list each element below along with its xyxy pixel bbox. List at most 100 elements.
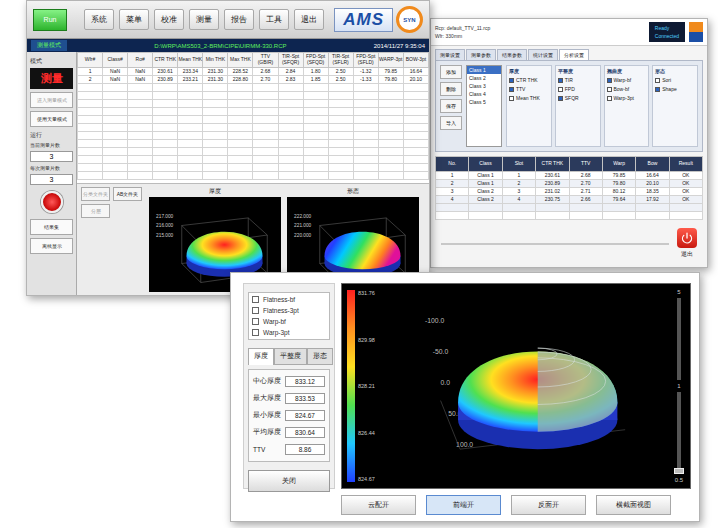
parameter-item[interactable]: FPD: [558, 86, 598, 92]
parameter-item[interactable]: Sori: [655, 77, 695, 83]
check-item[interactable]: Flatness-bf: [252, 296, 326, 303]
zoom-track[interactable]: [677, 392, 681, 474]
parameter-item[interactable]: TIR: [558, 77, 598, 83]
thickness-3d-chart[interactable]: -100.0-50.00.050.0100.0: [388, 284, 668, 488]
column-header[interactable]: Ro#: [128, 53, 153, 68]
column-header[interactable]: No.: [436, 157, 469, 172]
column-header[interactable]: Class#: [103, 53, 128, 68]
checkbox[interactable]: [252, 329, 259, 336]
zoom-track[interactable]: [677, 298, 681, 380]
side-button[interactable]: 导入: [440, 116, 462, 130]
table-row[interactable]: 1NaNNaN230.61233.34231.30228.522.682.841…: [78, 68, 429, 76]
tab[interactable]: 厚度: [248, 348, 274, 365]
checkbox[interactable]: [509, 78, 514, 83]
checkbox[interactable]: [252, 307, 259, 314]
column-header[interactable]: BOW-3pt: [403, 53, 428, 68]
menu-button[interactable]: 系统: [84, 9, 114, 30]
checkbox[interactable]: [607, 87, 612, 92]
checkbox[interactable]: [607, 78, 612, 83]
parameter-item[interactable]: TTV: [509, 86, 549, 92]
field-value[interactable]: 3: [30, 151, 73, 162]
table-row[interactable]: 4Class 24230.752.6679.6417.92OK: [436, 196, 703, 204]
column-header[interactable]: Max THK: [228, 53, 253, 68]
class-item[interactable]: Class 3: [467, 82, 501, 90]
side-button[interactable]: 删除: [440, 82, 462, 96]
stop-button[interactable]: [41, 191, 63, 213]
class-item[interactable]: Class 4: [467, 90, 501, 98]
checkbox[interactable]: [558, 78, 563, 83]
column-header[interactable]: TTV: [569, 157, 602, 172]
parameter-item[interactable]: Shape: [655, 86, 695, 92]
menu-button[interactable]: 菜单: [119, 9, 149, 30]
tab[interactable]: 统计设置: [528, 49, 558, 60]
column-header[interactable]: TIR-Spt (SFQR): [278, 53, 303, 68]
column-header[interactable]: Bow: [636, 157, 669, 172]
checkbox[interactable]: [509, 96, 514, 101]
column-header[interactable]: WARP-3pt: [378, 53, 403, 68]
run-button[interactable]: Run: [33, 9, 67, 31]
column-header[interactable]: FPD-Spt (SFLD): [353, 53, 378, 68]
column-header[interactable]: Result: [669, 157, 702, 172]
class-item[interactable]: Class 5: [467, 98, 501, 106]
close-button[interactable]: 关闭: [248, 470, 330, 492]
view-button[interactable]: 前端开: [426, 495, 501, 515]
checkbox[interactable]: [558, 87, 563, 92]
action-button[interactable]: 结果集: [30, 219, 73, 235]
zoom-thumb[interactable]: [674, 468, 684, 474]
table-row[interactable]: 3Class 23231.022.7180.1218.35OK: [436, 188, 703, 196]
column-header[interactable]: Slot: [502, 157, 535, 172]
tab[interactable]: 测量参数: [466, 49, 496, 60]
table-row[interactable]: 2NaNNaN230.89233.21231.30228.802.702.831…: [78, 76, 429, 84]
checkbox[interactable]: [655, 87, 660, 92]
column-header[interactable]: TTV (GBIR): [253, 53, 278, 68]
check-item[interactable]: Flatness-3pt: [252, 307, 326, 314]
menu-button[interactable]: 校准: [154, 9, 184, 30]
column-header[interactable]: FPD-Spt (SFQD): [303, 53, 328, 68]
view-button[interactable]: 云配开: [341, 495, 416, 515]
exit-button[interactable]: 退出: [677, 228, 697, 259]
side-button[interactable]: 添加: [440, 65, 462, 79]
parameter-item[interactable]: Bow-bf: [607, 86, 647, 92]
menu-button[interactable]: 测量: [189, 9, 219, 30]
menu-button[interactable]: 报告: [224, 9, 254, 30]
table-row[interactable]: 2Class 12230.892.7079.8020.10OK: [436, 180, 703, 188]
check-item[interactable]: Warp-3pt: [252, 329, 326, 336]
column-header[interactable]: Class: [469, 157, 502, 172]
column-header[interactable]: CTR THK: [536, 157, 569, 172]
parameter-item[interactable]: SFQR: [558, 95, 598, 101]
table-row[interactable]: 1Class 11230.612.6879.8516.64OK: [436, 172, 703, 180]
tab[interactable]: 测量设置: [435, 49, 465, 60]
column-header[interactable]: Warp: [602, 157, 635, 172]
parameter-item[interactable]: Warp-3pt: [607, 95, 647, 101]
menu-button[interactable]: 退出: [294, 9, 324, 30]
check-item[interactable]: Warp-bf: [252, 318, 326, 325]
mode-button[interactable]: 使用天量模式: [30, 111, 73, 127]
tab[interactable]: 结果参数: [497, 49, 527, 60]
class-item[interactable]: Class 2: [467, 74, 501, 82]
column-header[interactable]: Wfr#: [78, 53, 103, 68]
checkbox[interactable]: [655, 78, 660, 83]
view-button[interactable]: 横截面视图: [596, 495, 671, 515]
column-header[interactable]: Mean THK: [178, 53, 203, 68]
checkbox[interactable]: [509, 87, 514, 92]
checkbox[interactable]: [252, 318, 259, 325]
parameter-item[interactable]: CTR THK: [509, 77, 549, 83]
tab[interactable]: 分析设置: [559, 49, 589, 60]
column-header[interactable]: CTR THK: [153, 53, 178, 68]
action-button[interactable]: 离线显示: [30, 238, 73, 254]
column-header[interactable]: TIR-Spt (SFLR): [328, 53, 353, 68]
menu-button[interactable]: 工具: [259, 9, 289, 30]
tab[interactable]: 平整度: [274, 348, 307, 365]
folder-button[interactable]: AB文件夹: [113, 187, 142, 201]
view-button[interactable]: 反面开: [511, 495, 586, 515]
side-button[interactable]: 保存: [440, 99, 462, 113]
checkbox[interactable]: [607, 96, 612, 101]
parameter-item[interactable]: Mean THK: [509, 95, 549, 101]
checkbox[interactable]: [558, 96, 563, 101]
parameter-item[interactable]: Warp-bf: [607, 77, 647, 83]
checkbox[interactable]: [252, 296, 259, 303]
tab[interactable]: 形态: [307, 348, 333, 365]
column-header[interactable]: Min THK: [203, 53, 228, 68]
field-value[interactable]: 3: [30, 174, 73, 185]
class-item[interactable]: Class 1: [467, 66, 501, 74]
